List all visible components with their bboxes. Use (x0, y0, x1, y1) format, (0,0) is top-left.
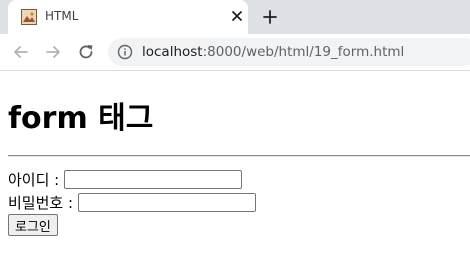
tab-strip: HTML (0, 0, 470, 34)
id-input[interactable] (64, 170, 243, 189)
url-path: :8000/web/html/19_form.html (202, 44, 405, 60)
new-tab-icon[interactable] (261, 8, 279, 26)
login-button[interactable]: 로그인 (8, 214, 58, 236)
password-label: 비밀번호 : (8, 194, 74, 212)
close-tab-icon[interactable] (229, 8, 245, 24)
site-info-icon[interactable] (117, 44, 133, 60)
url-host: localhost (142, 44, 203, 60)
password-row: 비밀번호 : (8, 192, 256, 213)
back-arrow-icon[interactable] (11, 42, 31, 62)
address-bar[interactable]: localhost:8000/web/html/19_form.html (108, 38, 470, 66)
tab-title: HTML (45, 9, 79, 23)
id-label: 아이디 : (8, 171, 60, 189)
password-input[interactable] (77, 193, 256, 212)
horizontal-rule (8, 155, 470, 157)
page-heading: form 태그 (8, 101, 154, 136)
forward-arrow-icon[interactable] (43, 42, 63, 62)
html-image-icon (21, 9, 37, 25)
id-row: 아이디 : (8, 169, 243, 190)
page-content: form 태그 아이디 : 비밀번호 : 로그인 (0, 71, 470, 275)
browser-toolbar: localhost:8000/web/html/19_form.html (0, 34, 470, 71)
url-text: localhost:8000/web/html/19_form.html (142, 44, 404, 60)
browser-tab[interactable]: HTML (8, 0, 248, 34)
reload-icon[interactable] (76, 42, 96, 62)
